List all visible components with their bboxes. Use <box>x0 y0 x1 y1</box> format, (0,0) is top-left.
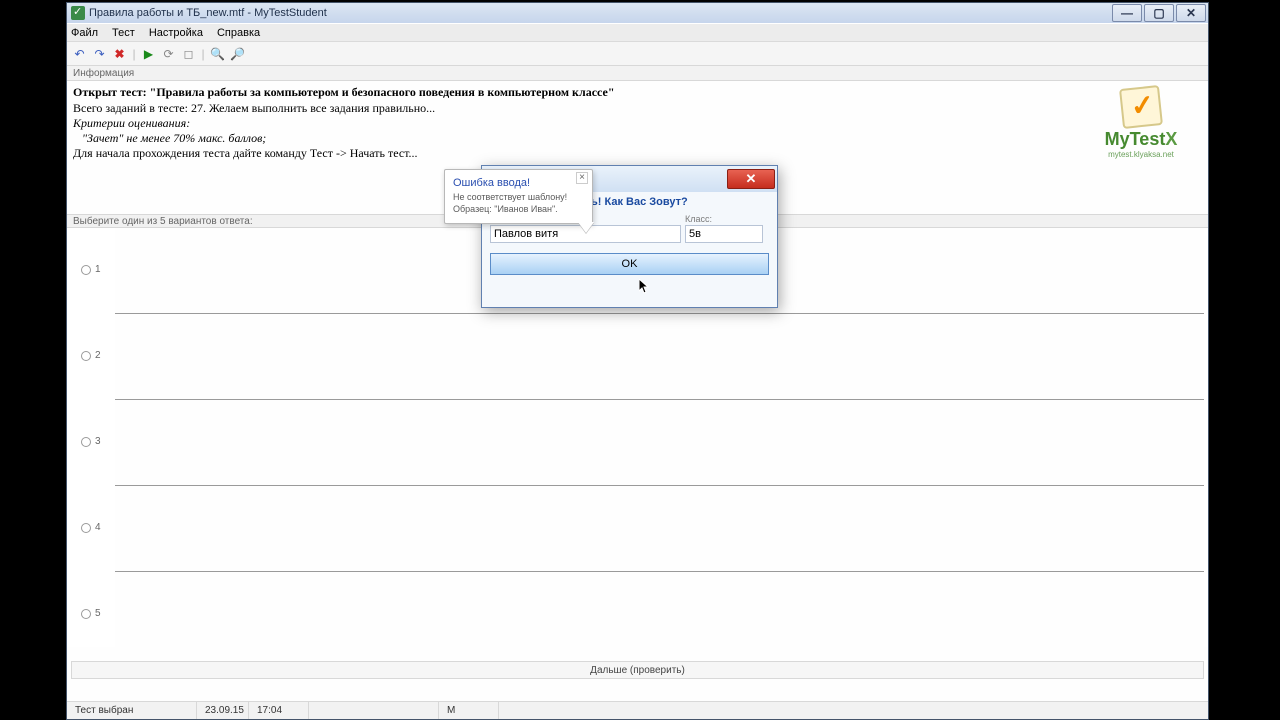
app-icon <box>71 6 85 20</box>
zoom-in-icon[interactable]: 🔍 <box>209 45 226 62</box>
tooltip-beak-icon <box>578 222 594 233</box>
menu-test[interactable]: Тест <box>112 27 135 39</box>
status-empty <box>309 702 439 719</box>
info-bar: Информация <box>67 66 1208 81</box>
status-date: 23.09.15 <box>197 702 249 719</box>
radio-icon[interactable] <box>81 609 91 619</box>
toolbar: ↶ ↷ ✖ | ▶ ⟳ ◻ | 🔍 🔎 <box>67 42 1208 66</box>
status-mode: M <box>439 702 499 719</box>
nav-forward-icon[interactable]: ↷ <box>91 45 108 62</box>
minimize-button[interactable]: — <box>1112 4 1142 22</box>
separator: | <box>200 45 206 62</box>
label-class: Класс: <box>685 214 712 224</box>
answer-row[interactable]: 4 <box>115 486 1204 572</box>
logo-url: mytest.klyaksa.net <box>1086 150 1196 159</box>
tooltip-title: Ошибка ввода! <box>453 177 584 189</box>
ok-button[interactable]: OK <box>490 253 769 275</box>
tooltip-line: Не соответствует шаблону! <box>453 191 584 203</box>
test-title: Открыт тест: "Правила работы за компьюте… <box>73 85 1202 100</box>
titlebar[interactable]: Правила работы и ТБ_new.mtf - MyTestStud… <box>67 3 1208 23</box>
menu-help[interactable]: Справка <box>217 27 260 39</box>
app-window: Правила работы и ТБ_new.mtf - MyTestStud… <box>66 2 1209 720</box>
next-button[interactable]: Дальше (проверить) <box>71 661 1204 679</box>
zoom-out-icon[interactable]: 🔎 <box>229 45 246 62</box>
refresh-icon[interactable]: ⟳ <box>160 45 177 62</box>
answer-number: 2 <box>95 350 101 361</box>
app-logo: MyTestX mytest.klyaksa.net <box>1086 87 1196 159</box>
start-hint: Для начала прохождения теста дайте коман… <box>73 146 1202 161</box>
radio-icon[interactable] <box>81 351 91 361</box>
criteria-label: Критерии оценивания: <box>73 116 1202 131</box>
menu-settings[interactable]: Настройка <box>149 27 203 39</box>
answer-number: 4 <box>95 522 101 533</box>
status-time: 17:04 <box>249 702 309 719</box>
answer-number: 5 <box>95 608 101 619</box>
maximize-button[interactable]: ▢ <box>1144 4 1174 22</box>
tooltip-line: Образец: "Иванов Иван". <box>453 203 584 215</box>
dialog-close-button[interactable]: ✕ <box>727 169 775 189</box>
menubar: Файл Тест Настройка Справка <box>67 23 1208 42</box>
close-button[interactable]: ✕ <box>1176 4 1206 22</box>
answer-row[interactable]: 2 <box>115 314 1204 400</box>
logo-x: X <box>1165 129 1177 149</box>
logo-text: MyTest <box>1105 129 1166 149</box>
cursor-icon <box>639 279 650 295</box>
statusbar: Тест выбран 23.09.15 17:04 M <box>67 701 1208 719</box>
radio-icon[interactable] <box>81 437 91 447</box>
answer-number: 1 <box>95 264 101 275</box>
checkmark-icon <box>1119 85 1163 129</box>
separator: | <box>131 45 137 62</box>
stop-icon[interactable]: ✖ <box>111 45 128 62</box>
error-tooltip: × Ошибка ввода! Не соответствует шаблону… <box>444 169 593 224</box>
answer-row[interactable]: 5 <box>115 572 1204 647</box>
class-input[interactable] <box>685 225 763 243</box>
answer-row[interactable]: 3 <box>115 400 1204 486</box>
radio-icon[interactable] <box>81 523 91 533</box>
play-icon[interactable]: ▶ <box>140 45 157 62</box>
status-test: Тест выбран <box>67 702 197 719</box>
menu-file[interactable]: Файл <box>71 27 98 39</box>
task-count: Всего заданий в тесте: 27. Желаем выполн… <box>73 101 1202 116</box>
nav-back-icon[interactable]: ↶ <box>71 45 88 62</box>
window-title: Правила работы и ТБ_new.mtf - MyTestStud… <box>89 7 327 19</box>
test-header: Открыт тест: "Правила работы за компьюте… <box>73 85 1202 161</box>
answer-number: 3 <box>95 436 101 447</box>
criteria: "Зачет" не менее 70% макс. баллов; <box>73 131 1202 146</box>
pause-icon[interactable]: ◻ <box>180 45 197 62</box>
tooltip-close-button[interactable]: × <box>576 172 588 184</box>
radio-icon[interactable] <box>81 265 91 275</box>
